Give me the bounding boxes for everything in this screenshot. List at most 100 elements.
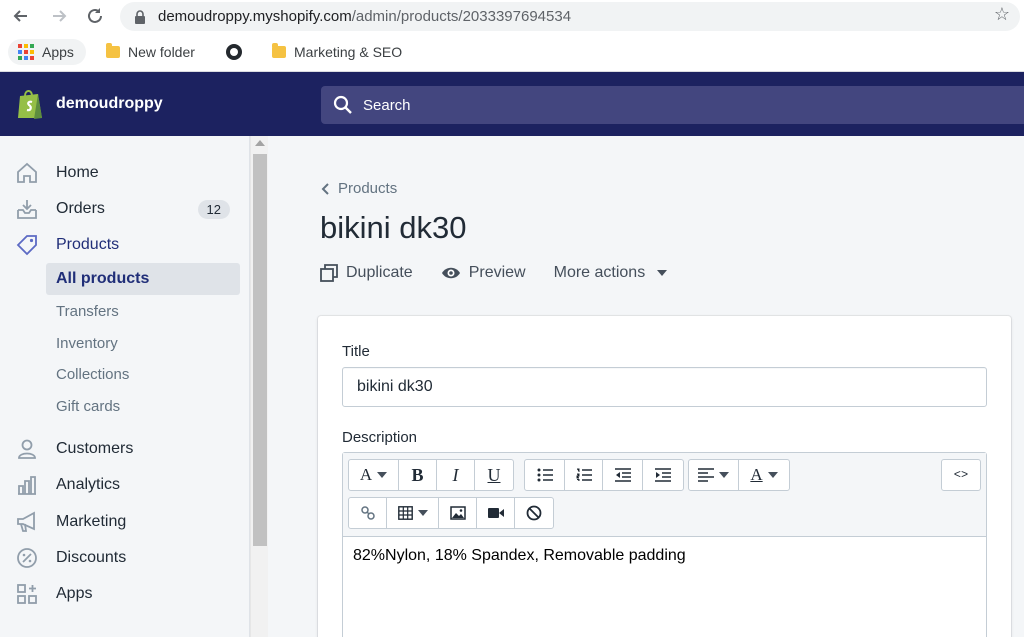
folder-icon: [272, 43, 286, 58]
underline-button[interactable]: U: [475, 460, 513, 490]
shopify-bag-icon[interactable]: [16, 88, 44, 120]
sidebar-subitem-all-products[interactable]: All products: [46, 263, 240, 295]
numbered-list-button[interactable]: [565, 460, 603, 490]
sidebar-item-products[interactable]: Products: [0, 227, 250, 263]
duplicate-button[interactable]: Duplicate: [320, 264, 413, 282]
sidebar-item-discounts[interactable]: Discounts: [0, 540, 250, 576]
tag-icon: [14, 232, 40, 258]
outdent-icon: [614, 468, 631, 482]
eye-icon: [441, 267, 460, 279]
clear-formatting-icon: [526, 505, 542, 521]
description-label: Description: [342, 429, 418, 446]
sidebar-nav: Home Orders 12 Products All products Tra…: [0, 136, 250, 637]
link-icon: [360, 506, 375, 520]
sidebar-item-label: Apps: [56, 585, 93, 602]
outdent-button[interactable]: [603, 460, 643, 490]
list-group: [524, 459, 684, 491]
bookmark-label: Marketing & SEO: [294, 44, 403, 60]
bookmarks-bar: Apps New folder Marketing & SEO: [0, 33, 1024, 72]
rich-text-toolbar: A B I U A <>: [343, 453, 986, 537]
bookmark-github[interactable]: [218, 39, 250, 65]
bookmark-marketing-seo[interactable]: Marketing & SEO: [264, 39, 410, 65]
duplicate-icon: [320, 264, 338, 282]
back-icon[interactable]: [8, 4, 32, 28]
person-icon: [14, 436, 40, 462]
page-title: bikini dk30: [320, 210, 467, 245]
indent-button[interactable]: [643, 460, 683, 490]
insert-table-button[interactable]: [387, 498, 439, 528]
caret-down-icon: [767, 472, 778, 478]
product-details-card: Title Description A B I U: [318, 316, 1011, 637]
more-actions-button[interactable]: More actions: [554, 264, 668, 282]
caret-down-icon: [417, 510, 428, 516]
source-group: <>: [941, 459, 981, 491]
preview-label: Preview: [468, 264, 526, 281]
sidebar-scrollbar[interactable]: [250, 136, 268, 637]
discount-icon: [14, 545, 40, 571]
text-format-group: A B I U: [348, 459, 514, 491]
sidebar-subitem-transfers[interactable]: Transfers: [46, 295, 240, 327]
main-content: Products bikini dk30 Duplicate Preview M…: [268, 136, 1024, 637]
bulleted-list-button[interactable]: [525, 460, 565, 490]
more-actions-label: More actions: [553, 264, 646, 281]
title-input[interactable]: [342, 367, 987, 407]
align-left-icon: [698, 468, 714, 482]
text-color-button[interactable]: A: [739, 460, 789, 490]
sidebar-subitem-inventory[interactable]: Inventory: [46, 327, 240, 359]
sidebar-item-apps[interactable]: Apps: [0, 576, 250, 612]
sidebar-item-label: Home: [56, 164, 99, 181]
insert-video-button[interactable]: [477, 498, 515, 528]
url-path: /admin/products/2033397694534: [351, 8, 572, 25]
italic-button[interactable]: I: [437, 460, 475, 490]
sidebar-item-label: Customers: [56, 440, 134, 457]
sidebar-item-label: Orders: [56, 200, 105, 217]
forward-icon[interactable]: [48, 4, 72, 28]
insert-image-button[interactable]: [439, 498, 477, 528]
caret-down-icon: [377, 472, 388, 478]
sidebar-subitem-collections[interactable]: Collections: [46, 358, 240, 390]
caret-down-icon: [719, 472, 729, 478]
store-name[interactable]: demoudroppy: [56, 95, 163, 113]
preview-button[interactable]: Preview: [441, 264, 526, 282]
sidebar-item-orders[interactable]: Orders 12: [0, 191, 250, 227]
breadcrumb[interactable]: Products: [320, 180, 397, 197]
bookmark-star-icon[interactable]: ☆: [994, 4, 1010, 25]
apps-icon: [14, 581, 40, 607]
show-html-button[interactable]: <>: [942, 460, 980, 490]
bookmark-label: Apps: [42, 44, 74, 60]
search-icon: [333, 95, 352, 114]
sidebar-item-label: Marketing: [56, 513, 127, 530]
scroll-thumb[interactable]: [253, 154, 267, 546]
chevron-left-icon: [321, 182, 329, 195]
folder-icon: [106, 43, 120, 58]
address-bar[interactable]: demoudroppy.myshopify.com/admin/products…: [120, 2, 1020, 31]
sidebar-item-customers[interactable]: Customers: [0, 431, 250, 467]
clear-formatting-button[interactable]: [515, 498, 553, 528]
url-host: demoudroppy.myshopify.com: [158, 8, 352, 25]
reload-icon[interactable]: [83, 4, 107, 28]
scroll-up-icon[interactable]: [255, 140, 265, 146]
indent-icon: [655, 468, 671, 482]
search-placeholder: Search: [363, 96, 411, 114]
insert-link-button[interactable]: [349, 498, 387, 528]
apps-grid-icon: [18, 44, 34, 60]
bold-button[interactable]: B: [399, 460, 437, 490]
description-editor[interactable]: A B I U A <> 82%Nylon, 18% Spandex, Remo…: [342, 452, 987, 637]
sidebar-subitem-gift-cards[interactable]: Gift cards: [46, 390, 240, 422]
sidebar-item-label: Analytics: [56, 476, 121, 493]
bar-chart-icon: [14, 472, 40, 498]
description-text[interactable]: 82%Nylon, 18% Spandex, Removable padding: [353, 547, 686, 565]
align-button[interactable]: [689, 460, 739, 490]
sidebar-item-analytics[interactable]: Analytics: [0, 467, 250, 503]
megaphone-icon: [14, 509, 40, 535]
title-label: Title: [342, 343, 370, 360]
font-style-button[interactable]: A: [349, 460, 399, 490]
image-icon: [449, 506, 466, 520]
search-input[interactable]: Search: [321, 86, 1024, 124]
bookmark-apps[interactable]: Apps: [8, 39, 86, 65]
orders-icon: [14, 196, 40, 222]
sidebar-item-home[interactable]: Home: [0, 155, 250, 191]
admin-topbar: demoudroppy Search: [0, 72, 1024, 136]
bookmark-new-folder[interactable]: New folder: [98, 39, 203, 65]
sidebar-item-marketing[interactable]: Marketing: [0, 504, 250, 540]
